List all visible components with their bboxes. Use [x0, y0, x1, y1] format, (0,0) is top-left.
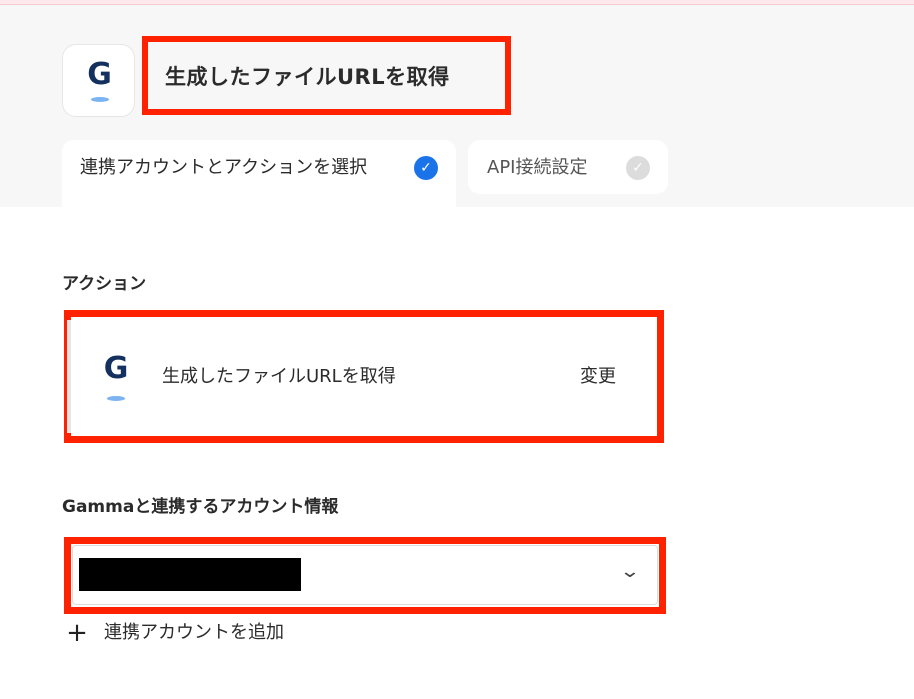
account-section-label: Gammaと連携するアカウント情報 — [62, 497, 339, 517]
tab-select-account-action-label: 連携アカウントとアクションを選択 — [80, 157, 368, 178]
check-circle-icon: ✓ — [626, 156, 650, 180]
check-circle-icon: ✓ — [414, 156, 438, 180]
add-account-link[interactable]: 連携アカウントを追加 — [104, 620, 284, 646]
change-action-button[interactable]: 変更 — [580, 364, 616, 390]
gamma-logo-icon: G — [103, 351, 129, 386]
plus-icon[interactable]: + — [66, 619, 88, 647]
app-logo: G — [62, 44, 135, 117]
action-section-label: アクション — [62, 274, 147, 294]
gamma-logo-icon: G — [87, 57, 112, 92]
redacted-account-value — [79, 558, 301, 591]
tab-api-settings-label: API接続設定 — [487, 157, 588, 178]
chevron-down-icon[interactable]: ⌄ — [616, 560, 644, 584]
logo-accent — [91, 97, 109, 102]
page-title: 生成したファイルURLを取得 — [165, 65, 450, 89]
logo-accent — [107, 396, 125, 401]
action-title: 生成したファイルURLを取得 — [162, 366, 396, 387]
card-edge — [67, 320, 71, 433]
